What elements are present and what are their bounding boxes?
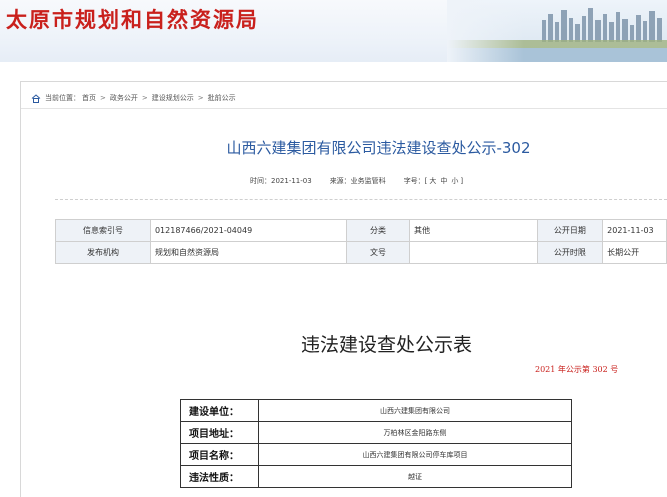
info-value-doc-number: [409, 241, 538, 264]
info-table: 信息索引号 012187466/2021-04049 分类 其他 公开日期 20…: [55, 219, 667, 264]
breadcrumb-prefix: 当前位置：: [45, 94, 80, 102]
font-size-label: 字号：[: [403, 177, 428, 185]
info-value-index: 012187466/2021-04049: [149, 219, 347, 242]
breadcrumb-divider: [21, 108, 667, 109]
publish-time: 时间：2021-11-03: [250, 177, 312, 185]
info-value-publish-date: 2021-11-03: [602, 219, 667, 242]
table-row: 项目地址： 万柏林区金阳路东侧: [180, 421, 572, 444]
breadcrumb-separator: >: [100, 94, 106, 102]
breadcrumb: 当前位置： 首页 > 政务公开 > 建设规划公示 > 批前公示: [31, 93, 236, 103]
font-size-small[interactable]: 小: [451, 177, 458, 185]
article-meta: 时间：2021-11-03 来源：业务监管科 字号：[大中小]: [250, 176, 463, 186]
font-size-large[interactable]: 大: [429, 177, 436, 185]
table-row: 发布机构 规划和自然资源局 文号 公开时限 长期公开: [55, 241, 667, 264]
info-value-publisher: 规划和自然资源局: [149, 241, 347, 264]
notice-value-builder: 山西六建集团有限公司: [258, 399, 572, 422]
breadcrumb-planning-notice[interactable]: 建设规划公示: [152, 93, 194, 103]
article-source: 来源：业务监管科: [329, 177, 386, 185]
breadcrumb-pre-approval[interactable]: 批前公示: [208, 93, 236, 103]
info-value-category: 其他: [409, 219, 538, 242]
article-title: 山西六建集团有限公司违法建设查处公示-302: [226, 139, 531, 157]
breadcrumb-separator: >: [141, 94, 148, 102]
breadcrumb-separator: >: [197, 94, 204, 102]
info-label-publish-date: 公开日期: [536, 219, 604, 242]
notice-label-address: 项目地址：: [180, 421, 259, 444]
notice-title: 违法建设查处公示表: [300, 334, 472, 356]
notice-table: 建设单位： 山西六建集团有限公司 项目地址： 万柏林区金阳路东侧 项目名称： 山…: [180, 399, 572, 488]
info-label-publisher: 发布机构: [55, 241, 151, 264]
info-label-index: 信息索引号: [55, 219, 151, 242]
notice-label-violation: 违法性质：: [180, 465, 259, 488]
notice-value-violation: 越证: [258, 465, 572, 488]
table-row: 项目名称： 山西六建集团有限公司停车库项目: [180, 443, 572, 466]
table-row: 信息索引号 012187466/2021-04049 分类 其他 公开日期 20…: [55, 219, 667, 242]
city-skyline-banner: [447, 0, 667, 62]
meta-divider: [55, 199, 667, 200]
notice-label-project: 项目名称：: [180, 443, 259, 466]
notice-number: 2021 年公示第 302 号: [535, 365, 619, 374]
font-size-control: 字号：[大中小]: [404, 176, 463, 186]
notice-value-project: 山西六建集团有限公司停车库项目: [258, 443, 572, 466]
info-value-publish-period: 长期公开: [602, 241, 667, 264]
breadcrumb-gov-affairs[interactable]: 政务公开: [110, 93, 138, 103]
info-label-doc-number: 文号: [345, 241, 411, 264]
notice-label-builder: 建设单位：: [180, 399, 259, 422]
notice-value-address: 万柏林区金阳路东侧: [258, 421, 572, 444]
site-title: 太原市规划和自然资源局: [6, 8, 259, 32]
font-size-close: ]: [460, 177, 464, 185]
font-size-medium[interactable]: 中: [440, 177, 447, 185]
info-label-publish-period: 公开时限: [536, 241, 604, 264]
site-header: 太原市规划和自然资源局: [0, 0, 667, 62]
table-row: 建设单位： 山西六建集团有限公司: [180, 399, 572, 422]
home-icon: [31, 93, 41, 103]
table-row: 违法性质： 越证: [180, 465, 572, 488]
breadcrumb-home[interactable]: 首页: [82, 93, 96, 103]
info-label-category: 分类: [345, 219, 411, 242]
